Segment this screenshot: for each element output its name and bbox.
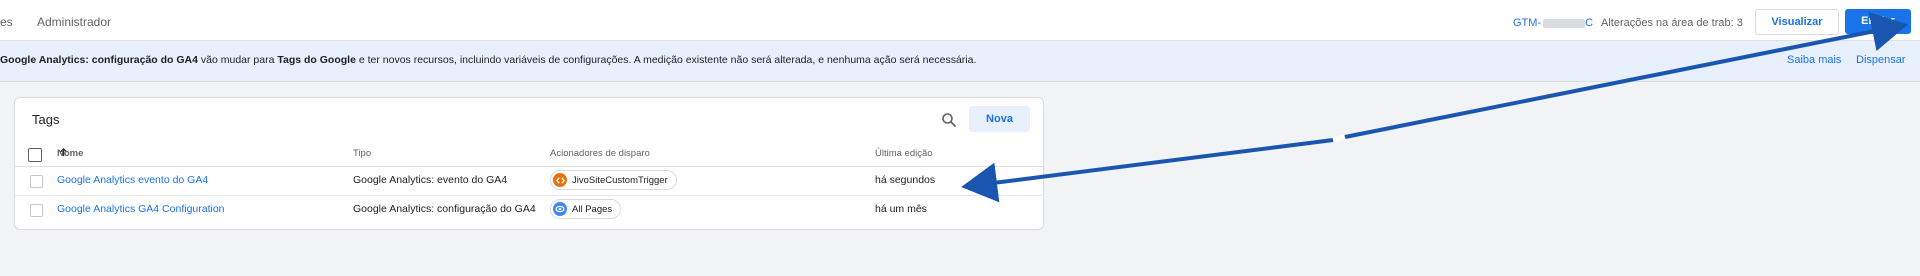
tag-type: Google Analytics: evento do GA4: [353, 174, 508, 186]
banner-message: Google Analytics: configuração do GA4 vã…: [0, 54, 977, 66]
trigger-chip[interactable]: All Pages: [550, 199, 622, 219]
code-icon: [553, 173, 567, 187]
tag-type: Google Analytics: configuração do GA4: [353, 203, 536, 215]
row-checkbox[interactable]: [30, 204, 43, 217]
search-icon[interactable]: [941, 112, 957, 128]
column-name[interactable]: Nome: [57, 148, 83, 159]
last-edit: há um mês: [875, 203, 927, 215]
top-bar: es Administrador GTM- C Alterações na áre…: [0, 0, 1920, 41]
trigger-label: All Pages: [572, 203, 613, 215]
dismiss-link[interactable]: Dispensar: [1856, 54, 1906, 66]
workspace-changes: Alterações na área de trab: 3: [1601, 17, 1743, 29]
learn-more-link[interactable]: Saiba mais: [1787, 54, 1841, 66]
last-edit: há segundos: [875, 174, 936, 186]
tag-name-link[interactable]: Google Analytics GA4 Configuration: [57, 203, 225, 215]
trigger-chip[interactable]: JivoSiteCustomTrigger: [550, 170, 677, 190]
trigger-label: JivoSiteCustomTrigger: [572, 174, 668, 186]
submit-button[interactable]: Enviar: [1845, 9, 1911, 34]
table-header: Nome Tipo Acionadores de disparo Última …: [15, 148, 1043, 167]
tags-title: Tags: [32, 112, 60, 127]
new-tag-button[interactable]: Nova: [969, 106, 1030, 132]
row-checkbox[interactable]: [30, 175, 43, 188]
eye-icon: [553, 202, 567, 216]
column-last-edit[interactable]: Última edição: [875, 148, 933, 159]
container-id[interactable]: GTM- C: [1513, 17, 1593, 29]
info-banner: Google Analytics: configuração do GA4 vã…: [0, 41, 1920, 82]
select-all-checkbox[interactable]: [28, 148, 42, 162]
nav-item-admin[interactable]: Administrador: [37, 15, 111, 29]
column-type[interactable]: Tipo: [353, 148, 371, 159]
table-row[interactable]: Google Analytics GA4 Configuration Googl…: [15, 195, 1043, 224]
table-row[interactable]: Google Analytics evento do GA4 Google An…: [15, 166, 1043, 196]
tag-name-link[interactable]: Google Analytics evento do GA4: [57, 174, 208, 186]
preview-button[interactable]: Visualizar: [1755, 9, 1839, 35]
tags-card: Tags Nova Nome Tipo Acionadores de dispa…: [14, 97, 1044, 230]
column-triggers[interactable]: Acionadores de disparo: [550, 148, 650, 159]
nav-item-partial[interactable]: es: [0, 15, 13, 29]
redacted-mask: [1543, 18, 1586, 28]
